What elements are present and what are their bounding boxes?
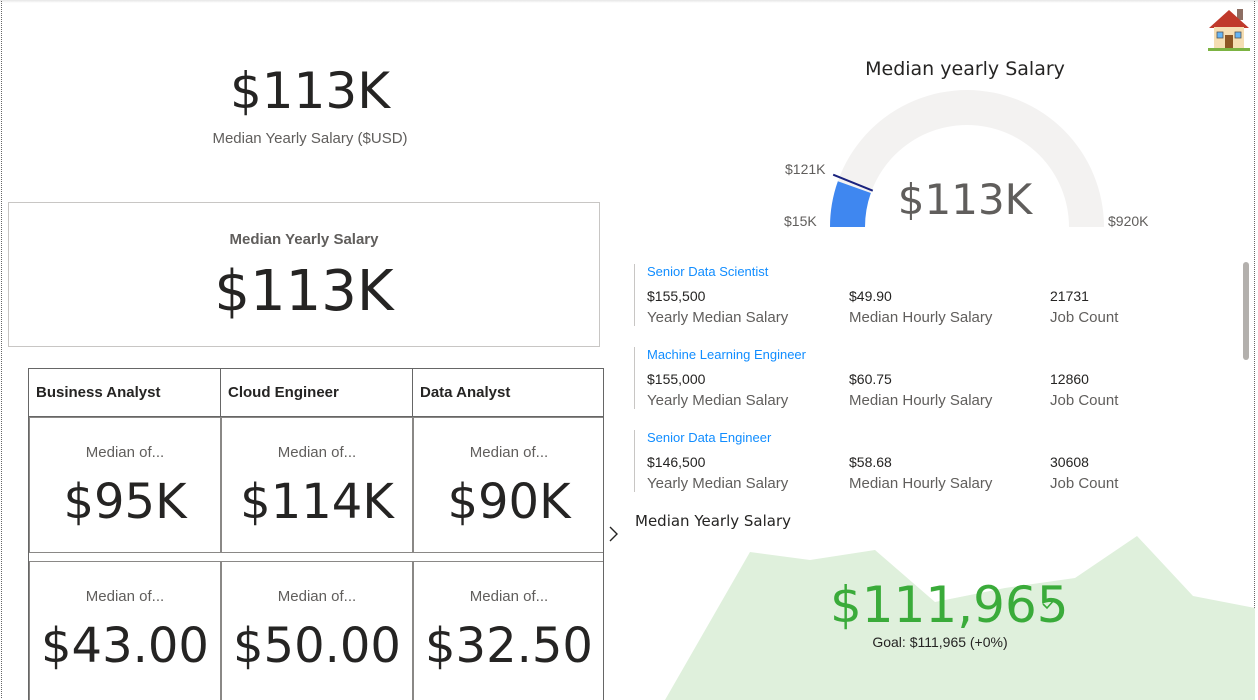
count-value: 21731	[1050, 288, 1089, 304]
cell-label: Median of...	[469, 588, 549, 605]
count-value: 30608	[1050, 454, 1089, 470]
yearly-value: $155,500	[647, 288, 706, 304]
cell-value: $32.50	[425, 618, 593, 674]
checkmark-icon	[1041, 596, 1057, 615]
yearly-label: Yearly Median Salary	[647, 475, 789, 492]
cell-label: Median of...	[469, 444, 549, 461]
hourly-value: $49.90	[849, 288, 892, 304]
matrix-cell[interactable]: Median of... $90K	[413, 417, 603, 553]
card-title: Median Yearly Salary	[229, 231, 379, 248]
chevron-right-icon[interactable]	[606, 524, 620, 544]
top-kpi-value: $113K	[229, 62, 391, 120]
matrix-cell[interactable]: Median of... $32.50	[413, 561, 603, 700]
multi-row-item[interactable]: Senior Data Scientist $155,500 Yearly Me…	[634, 264, 1235, 326]
column-header-business-analyst[interactable]: Business Analyst	[29, 369, 221, 417]
gauge-max-label: $920K	[1108, 213, 1149, 229]
kpi-value: $111,965	[830, 576, 1069, 634]
cell-label: Median of...	[85, 444, 165, 461]
kpi-goal: Goal: $111,965 (+0%)	[872, 634, 1008, 650]
column-header-data-analyst[interactable]: Data Analyst	[413, 369, 603, 417]
hourly-label: Median Hourly Salary	[849, 475, 993, 492]
kpi-title: Median Yearly Salary	[635, 512, 792, 530]
multi-row-item[interactable]: Machine Learning Engineer $155,000 Yearl…	[634, 347, 1235, 409]
job-matrix[interactable]: Business Analyst Cloud Engineer Data Ana…	[28, 368, 604, 700]
yearly-label: Yearly Median Salary	[647, 309, 789, 326]
house-icon[interactable]	[1206, 6, 1252, 52]
cell-label: Median of...	[277, 588, 357, 605]
hourly-label: Median Hourly Salary	[849, 392, 993, 409]
matrix-cell[interactable]: Median of... $114K	[221, 417, 413, 553]
yearly-value: $146,500	[647, 454, 706, 470]
row-title[interactable]: Senior Data Scientist	[647, 264, 768, 279]
cell-label: Median of...	[277, 444, 357, 461]
gauge-min-label: $15K	[784, 213, 817, 229]
matrix-cell[interactable]: Median of... $50.00	[221, 561, 413, 700]
row-title[interactable]: Senior Data Engineer	[647, 430, 771, 445]
yearly-value: $155,000	[647, 371, 706, 387]
top-kpi-caption: Median Yearly Salary ($USD)	[212, 130, 408, 147]
card-value: $113K	[214, 259, 394, 324]
hourly-value: $60.75	[849, 371, 892, 387]
hourly-label: Median Hourly Salary	[849, 309, 993, 326]
matrix-cell[interactable]: Median of... $43.00	[29, 561, 221, 700]
cell-value: $95K	[63, 474, 187, 530]
gauge-title: Median yearly Salary	[865, 58, 1065, 80]
yearly-label: Yearly Median Salary	[647, 392, 789, 409]
count-value: 12860	[1050, 371, 1089, 387]
scrollbar[interactable]	[1243, 262, 1249, 360]
count-label: Job Count	[1050, 392, 1119, 409]
gauge-value-label: $113K	[897, 175, 1033, 224]
cell-value: $90K	[447, 474, 571, 530]
count-label: Job Count	[1050, 475, 1119, 492]
cell-value: $43.00	[41, 618, 209, 674]
matrix-cell[interactable]: Median of... $95K	[29, 417, 221, 553]
multi-row-item[interactable]: Senior Data Engineer $146,500 Yearly Med…	[634, 430, 1235, 492]
cell-label: Median of...	[85, 588, 165, 605]
hourly-value: $58.68	[849, 454, 892, 470]
gauge-target-label: $121K	[785, 161, 826, 177]
row-title[interactable]: Machine Learning Engineer	[647, 347, 806, 362]
median-salary-card[interactable]: Median Yearly Salary $113K	[8, 202, 600, 347]
count-label: Job Count	[1050, 309, 1119, 326]
column-header-cloud-engineer[interactable]: Cloud Engineer	[221, 369, 413, 417]
cell-value: $50.00	[233, 618, 401, 674]
cell-value: $114K	[240, 474, 394, 530]
